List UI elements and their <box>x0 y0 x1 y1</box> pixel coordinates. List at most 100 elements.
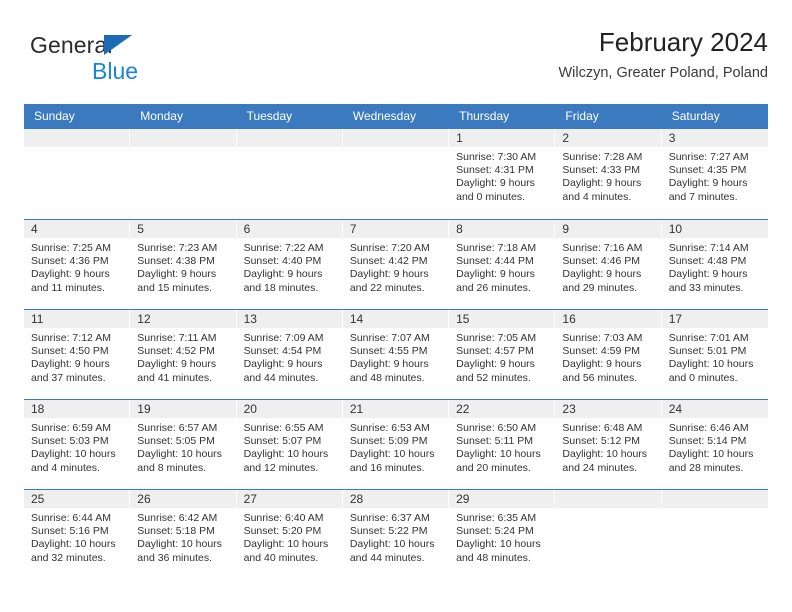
sunset-text: Sunset: 5:09 PM <box>349 435 428 448</box>
week-row: 18 Sunrise: 6:59 AM Sunset: 5:03 PM Dayl… <box>24 399 768 489</box>
sunrise-text: Sunrise: 6:40 AM <box>243 512 324 524</box>
daylight-text-line1: Daylight: 10 hours <box>668 448 754 461</box>
day-cell[interactable]: 1 Sunrise: 7:30 AM Sunset: 4:31 PM Dayli… <box>449 129 556 219</box>
day-cell[interactable]: 7 Sunrise: 7:20 AM Sunset: 4:42 PM Dayli… <box>342 220 450 309</box>
sunset-text: Sunset: 5:03 PM <box>31 435 109 448</box>
day-cell[interactable]: 28 Sunrise: 6:37 AM Sunset: 5:22 PM Dayl… <box>342 490 450 579</box>
sunset-text: Sunset: 4:33 PM <box>562 164 641 177</box>
day-cell[interactable]: 22 Sunrise: 6:50 AM Sunset: 5:11 PM Dayl… <box>449 400 556 489</box>
day-details: Sunrise: 6:55 AM Sunset: 5:07 PM Dayligh… <box>237 418 343 475</box>
daylight-text-line2: and 18 minutes. <box>243 281 319 294</box>
sunrise-text: Sunrise: 7:12 AM <box>31 332 111 344</box>
day-cell[interactable]: 5 Sunrise: 7:23 AM Sunset: 4:38 PM Dayli… <box>130 220 237 309</box>
sunset-text: Sunset: 4:35 PM <box>668 164 747 177</box>
day-cell[interactable]: 9 Sunrise: 7:16 AM Sunset: 4:46 PM Dayli… <box>555 220 662 309</box>
day-cell <box>661 490 768 579</box>
daylight-text-line1: Daylight: 9 hours <box>562 177 642 190</box>
daylight-text-line2: and 44 minutes. <box>243 371 319 384</box>
sunrise-text: Sunrise: 7:18 AM <box>456 242 537 254</box>
day-cell[interactable]: 15 Sunrise: 7:05 AM Sunset: 4:57 PM Dayl… <box>449 310 556 399</box>
day-cell[interactable]: 6 Sunrise: 7:22 AM Sunset: 4:40 PM Dayli… <box>236 220 343 309</box>
sunset-text: Sunset: 5:05 PM <box>137 435 215 448</box>
day-cell[interactable]: 14 Sunrise: 7:07 AM Sunset: 4:55 PM Dayl… <box>342 310 450 399</box>
day-number: 21 <box>342 400 450 418</box>
day-number: 19 <box>130 400 237 418</box>
daylight-text-line2: and 22 minutes. <box>349 281 425 294</box>
sunrise-text: Sunrise: 6:57 AM <box>137 422 218 434</box>
daylight-text-line1: Daylight: 10 hours <box>31 538 116 551</box>
day-details: Sunrise: 7:22 AM Sunset: 4:40 PM Dayligh… <box>237 238 343 295</box>
day-cell[interactable]: 11 Sunrise: 7:12 AM Sunset: 4:50 PM Dayl… <box>24 310 131 399</box>
daylight-text-line1: Daylight: 9 hours <box>668 268 748 281</box>
day-number: 20 <box>236 400 343 418</box>
sunset-text: Sunset: 5:07 PM <box>243 435 322 448</box>
sunset-text: Sunset: 4:54 PM <box>243 345 322 358</box>
day-cell[interactable]: 18 Sunrise: 6:59 AM Sunset: 5:03 PM Dayl… <box>24 400 131 489</box>
day-details: Sunrise: 7:12 AM Sunset: 4:50 PM Dayligh… <box>24 328 130 385</box>
day-number: 3 <box>661 129 768 147</box>
day-cell[interactable]: 13 Sunrise: 7:09 AM Sunset: 4:54 PM Dayl… <box>236 310 343 399</box>
day-number <box>236 129 343 147</box>
day-cell[interactable]: 29 Sunrise: 6:35 AM Sunset: 5:24 PM Dayl… <box>449 490 556 579</box>
day-cell[interactable]: 19 Sunrise: 6:57 AM Sunset: 5:05 PM Dayl… <box>130 400 237 489</box>
sunrise-text: Sunrise: 7:23 AM <box>137 242 218 254</box>
day-cell[interactable]: 20 Sunrise: 6:55 AM Sunset: 5:07 PM Dayl… <box>236 400 343 489</box>
sunset-text: Sunset: 4:55 PM <box>349 345 428 358</box>
week-row: 1 Sunrise: 7:30 AM Sunset: 4:31 PM Dayli… <box>24 129 768 219</box>
day-number <box>130 129 237 147</box>
day-number: 23 <box>555 400 662 418</box>
daylight-text-line2: and 37 minutes. <box>31 371 106 384</box>
daylight-text-line2: and 48 minutes. <box>349 371 425 384</box>
sunset-text: Sunset: 4:38 PM <box>137 255 215 268</box>
sunrise-text: Sunrise: 7:16 AM <box>562 242 643 254</box>
sunset-text: Sunset: 5:18 PM <box>137 525 215 538</box>
daylight-text-line2: and 41 minutes. <box>137 371 212 384</box>
daylight-text-line2: and 24 minutes. <box>562 461 638 474</box>
day-cell[interactable]: 16 Sunrise: 7:03 AM Sunset: 4:59 PM Dayl… <box>555 310 662 399</box>
daylight-text-line2: and 32 minutes. <box>31 551 106 564</box>
daylight-text-line1: Daylight: 10 hours <box>349 448 435 461</box>
day-cell[interactable]: 26 Sunrise: 6:42 AM Sunset: 5:18 PM Dayl… <box>130 490 237 579</box>
sunrise-text: Sunrise: 7:25 AM <box>31 242 111 254</box>
day-number: 15 <box>449 310 556 328</box>
general-blue-logo[interactable]: General Blue <box>30 32 210 88</box>
day-cell[interactable]: 12 Sunrise: 7:11 AM Sunset: 4:52 PM Dayl… <box>130 310 237 399</box>
sunset-text: Sunset: 4:52 PM <box>137 345 215 358</box>
daylight-text-line2: and 52 minutes. <box>456 371 531 384</box>
daylight-text-line1: Daylight: 10 hours <box>137 448 222 461</box>
blue-triangle-icon <box>104 35 132 55</box>
daylight-text-line2: and 16 minutes. <box>349 461 425 474</box>
day-cell[interactable]: 10 Sunrise: 7:14 AM Sunset: 4:48 PM Dayl… <box>661 220 768 309</box>
sunrise-text: Sunrise: 7:03 AM <box>562 332 643 344</box>
sunset-text: Sunset: 4:31 PM <box>456 164 534 177</box>
day-cell[interactable]: 17 Sunrise: 7:01 AM Sunset: 5:01 PM Dayl… <box>661 310 768 399</box>
day-cell[interactable]: 8 Sunrise: 7:18 AM Sunset: 4:44 PM Dayli… <box>449 220 556 309</box>
week-row: 11 Sunrise: 7:12 AM Sunset: 4:50 PM Dayl… <box>24 309 768 399</box>
day-details: Sunrise: 7:25 AM Sunset: 4:36 PM Dayligh… <box>24 238 130 295</box>
day-details: Sunrise: 7:30 AM Sunset: 4:31 PM Dayligh… <box>449 147 555 204</box>
daylight-text-line2: and 4 minutes. <box>31 461 100 474</box>
daylight-text-line2: and 48 minutes. <box>456 551 531 564</box>
day-cell[interactable]: 3 Sunrise: 7:27 AM Sunset: 4:35 PM Dayli… <box>661 129 768 219</box>
day-number: 4 <box>24 220 131 238</box>
weekday-header-thursday: Thursday <box>459 109 510 123</box>
sunrise-text: Sunrise: 7:20 AM <box>349 242 430 254</box>
daylight-text-line1: Daylight: 9 hours <box>137 358 217 371</box>
day-details: Sunrise: 6:35 AM Sunset: 5:24 PM Dayligh… <box>449 508 555 565</box>
day-number: 12 <box>130 310 237 328</box>
day-details: Sunrise: 6:37 AM Sunset: 5:22 PM Dayligh… <box>343 508 449 565</box>
day-cell[interactable]: 24 Sunrise: 6:46 AM Sunset: 5:14 PM Dayl… <box>661 400 768 489</box>
sunrise-text: Sunrise: 7:30 AM <box>456 151 537 163</box>
page-subtitle: Wilczyn, Greater Poland, Poland <box>558 65 768 81</box>
day-cell[interactable]: 27 Sunrise: 6:40 AM Sunset: 5:20 PM Dayl… <box>236 490 343 579</box>
day-cell[interactable]: 2 Sunrise: 7:28 AM Sunset: 4:33 PM Dayli… <box>555 129 662 219</box>
day-cell[interactable]: 25 Sunrise: 6:44 AM Sunset: 5:16 PM Dayl… <box>24 490 131 579</box>
sunrise-text: Sunrise: 7:22 AM <box>243 242 324 254</box>
daylight-text-line2: and 28 minutes. <box>668 461 744 474</box>
daylight-text-line1: Daylight: 10 hours <box>456 538 541 551</box>
day-cell[interactable]: 4 Sunrise: 7:25 AM Sunset: 4:36 PM Dayli… <box>24 220 131 309</box>
day-number: 13 <box>236 310 343 328</box>
day-details: Sunrise: 6:46 AM Sunset: 5:14 PM Dayligh… <box>662 418 768 475</box>
day-cell[interactable]: 23 Sunrise: 6:48 AM Sunset: 5:12 PM Dayl… <box>555 400 662 489</box>
day-cell[interactable]: 21 Sunrise: 6:53 AM Sunset: 5:09 PM Dayl… <box>342 400 450 489</box>
